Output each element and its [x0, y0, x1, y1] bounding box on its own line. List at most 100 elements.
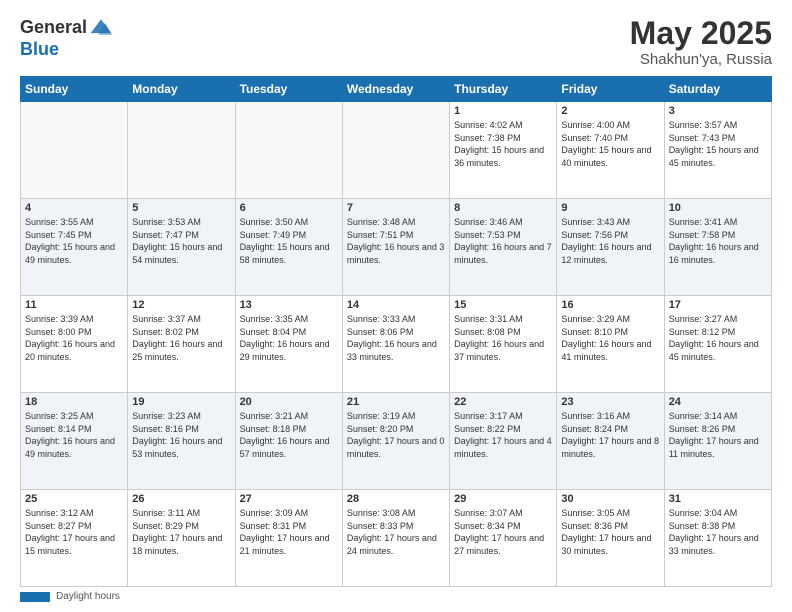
calendar-cell [342, 102, 449, 199]
calendar-cell: 16 Sunrise: 3:29 AM Sunset: 8:10 PM Dayli… [557, 296, 664, 393]
day-number: 2 [561, 105, 659, 117]
calendar-header-row: SundayMondayTuesdayWednesdayThursdayFrid… [21, 77, 772, 102]
calendar-cell: 29Sunrise: 3:07 AM Sunset: 8:34 PM Dayli… [450, 490, 557, 587]
day-info: Sunrise: 3:29 AM Sunset: 8:10 PM Dayligh… [561, 313, 659, 363]
calendar-cell: 1Sunrise: 4:02 AM Sunset: 7:38 PM Daylig… [450, 102, 557, 199]
day-number: 19 [132, 396, 230, 408]
day-info: Sunrise: 3:31 AM Sunset: 8:08 PM Dayligh… [454, 313, 552, 363]
logo-general: General [20, 18, 87, 38]
day-number: 29 [454, 493, 552, 505]
day-number: 14 [347, 299, 445, 311]
calendar-header-thursday: Thursday [450, 77, 557, 102]
calendar-header-tuesday: Tuesday [235, 77, 342, 102]
day-number: 17 [669, 299, 767, 311]
day-number: 9 [561, 202, 659, 214]
calendar-cell: 13 Sunrise: 3:35 AM Sunset: 8:04 PM Dayli… [235, 296, 342, 393]
calendar-week-row: 11 Sunrise: 3:39 AM Sunset: 8:00 PM Dayli… [21, 296, 772, 393]
calendar-cell: 7 Sunrise: 3:48 AM Sunset: 7:51 PM Daylig… [342, 199, 449, 296]
day-info: Sunrise: 3:25 AM Sunset: 8:14 PM Dayligh… [25, 410, 123, 460]
day-number: 13 [240, 299, 338, 311]
calendar-cell: 12 Sunrise: 3:37 AM Sunset: 8:02 PM Dayli… [128, 296, 235, 393]
footer-label: Daylight hours [56, 591, 120, 602]
day-number: 5 [132, 202, 230, 214]
day-info: Sunrise: 3:16 AM Sunset: 8:24 PM Dayligh… [561, 410, 659, 460]
day-info: Sunrise: 4:02 AM Sunset: 7:38 PM Dayligh… [454, 119, 552, 169]
day-info: Sunrise: 3:09 AM Sunset: 8:31 PM Dayligh… [240, 507, 338, 557]
calendar-cell: 9 Sunrise: 3:43 AM Sunset: 7:56 PM Daylig… [557, 199, 664, 296]
day-number: 21 [347, 396, 445, 408]
day-info: Sunrise: 3:55 AM Sunset: 7:45 PM Dayligh… [25, 216, 123, 266]
calendar-cell: 3Sunrise: 3:57 AM Sunset: 7:43 PM Daylig… [664, 102, 771, 199]
day-number: 22 [454, 396, 552, 408]
day-number: 18 [25, 396, 123, 408]
calendar-header-wednesday: Wednesday [342, 77, 449, 102]
day-info: Sunrise: 3:35 AM Sunset: 8:04 PM Dayligh… [240, 313, 338, 363]
day-number: 25 [25, 493, 123, 505]
day-number: 11 [25, 299, 123, 311]
day-info: Sunrise: 3:21 AM Sunset: 8:18 PM Dayligh… [240, 410, 338, 460]
day-number: 20 [240, 396, 338, 408]
day-number: 31 [669, 493, 767, 505]
calendar-cell: 17 Sunrise: 3:27 AM Sunset: 8:12 PM Dayli… [664, 296, 771, 393]
day-info: Sunrise: 3:43 AM Sunset: 7:56 PM Dayligh… [561, 216, 659, 266]
day-number: 27 [240, 493, 338, 505]
title-block: May 2025 Shakhun'ya, Russia [630, 16, 772, 68]
calendar-cell: 6 Sunrise: 3:50 AM Sunset: 7:49 PM Daylig… [235, 199, 342, 296]
calendar-header-monday: Monday [128, 77, 235, 102]
day-info: Sunrise: 3:27 AM Sunset: 8:12 PM Dayligh… [669, 313, 767, 363]
calendar-cell: 18 Sunrise: 3:25 AM Sunset: 8:14 PM Dayli… [21, 393, 128, 490]
day-number: 10 [669, 202, 767, 214]
day-number: 15 [454, 299, 552, 311]
calendar-cell [21, 102, 128, 199]
daylight-bar-icon [20, 592, 50, 602]
calendar-cell: 23 Sunrise: 3:16 AM Sunset: 8:24 PM Dayli… [557, 393, 664, 490]
day-number: 24 [669, 396, 767, 408]
day-info: Sunrise: 3:37 AM Sunset: 8:02 PM Dayligh… [132, 313, 230, 363]
title-month: May 2025 [630, 16, 772, 51]
day-number: 26 [132, 493, 230, 505]
day-number: 7 [347, 202, 445, 214]
calendar-cell: 24 Sunrise: 3:14 AM Sunset: 8:26 PM Dayli… [664, 393, 771, 490]
day-number: 16 [561, 299, 659, 311]
calendar-cell: 21Sunrise: 3:19 AM Sunset: 8:20 PM Dayli… [342, 393, 449, 490]
calendar-week-row: 25 Sunrise: 3:12 AM Sunset: 8:27 PM Dayli… [21, 490, 772, 587]
day-number: 23 [561, 396, 659, 408]
day-info: Sunrise: 3:05 AM Sunset: 8:36 PM Dayligh… [561, 507, 659, 557]
calendar-week-row: 18 Sunrise: 3:25 AM Sunset: 8:14 PM Dayli… [21, 393, 772, 490]
calendar-cell [235, 102, 342, 199]
title-location: Shakhun'ya, Russia [630, 51, 772, 68]
day-info: Sunrise: 3:41 AM Sunset: 7:58 PM Dayligh… [669, 216, 767, 266]
page: General Blue May 2025 Shakhun'ya, Russia… [0, 0, 792, 612]
calendar-week-row: 4 Sunrise: 3:55 AM Sunset: 7:45 PM Daylig… [21, 199, 772, 296]
calendar-cell: 30Sunrise: 3:05 AM Sunset: 8:36 PM Dayli… [557, 490, 664, 587]
calendar-cell: 22Sunrise: 3:17 AM Sunset: 8:22 PM Dayli… [450, 393, 557, 490]
calendar-table: SundayMondayTuesdayWednesdayThursdayFrid… [20, 76, 772, 587]
logo-icon [89, 16, 113, 40]
day-info: Sunrise: 3:57 AM Sunset: 7:43 PM Dayligh… [669, 119, 767, 169]
logo-blue: Blue [20, 40, 59, 60]
day-info: Sunrise: 4:00 AM Sunset: 7:40 PM Dayligh… [561, 119, 659, 169]
day-info: Sunrise: 3:39 AM Sunset: 8:00 PM Dayligh… [25, 313, 123, 363]
calendar-cell [128, 102, 235, 199]
day-info: Sunrise: 3:12 AM Sunset: 8:27 PM Dayligh… [25, 507, 123, 557]
calendar-cell: 28Sunrise: 3:08 AM Sunset: 8:33 PM Dayli… [342, 490, 449, 587]
day-info: Sunrise: 3:50 AM Sunset: 7:49 PM Dayligh… [240, 216, 338, 266]
day-number: 6 [240, 202, 338, 214]
calendar-cell: 25 Sunrise: 3:12 AM Sunset: 8:27 PM Dayli… [21, 490, 128, 587]
day-info: Sunrise: 3:08 AM Sunset: 8:33 PM Dayligh… [347, 507, 445, 557]
calendar-cell: 5Sunrise: 3:53 AM Sunset: 7:47 PM Daylig… [128, 199, 235, 296]
calendar-cell: 15 Sunrise: 3:31 AM Sunset: 8:08 PM Dayli… [450, 296, 557, 393]
calendar-cell: 11 Sunrise: 3:39 AM Sunset: 8:00 PM Dayli… [21, 296, 128, 393]
calendar-cell: 8Sunrise: 3:46 AM Sunset: 7:53 PM Daylig… [450, 199, 557, 296]
calendar-cell: 4 Sunrise: 3:55 AM Sunset: 7:45 PM Daylig… [21, 199, 128, 296]
calendar-cell: 10 Sunrise: 3:41 AM Sunset: 7:58 PM Dayli… [664, 199, 771, 296]
calendar-cell: 14Sunrise: 3:33 AM Sunset: 8:06 PM Dayli… [342, 296, 449, 393]
day-info: Sunrise: 3:23 AM Sunset: 8:16 PM Dayligh… [132, 410, 230, 460]
day-number: 12 [132, 299, 230, 311]
day-info: Sunrise: 3:11 AM Sunset: 8:29 PM Dayligh… [132, 507, 230, 557]
calendar-header-sunday: Sunday [21, 77, 128, 102]
day-number: 4 [25, 202, 123, 214]
day-info: Sunrise: 3:14 AM Sunset: 8:26 PM Dayligh… [669, 410, 767, 460]
day-info: Sunrise: 3:48 AM Sunset: 7:51 PM Dayligh… [347, 216, 445, 266]
day-info: Sunrise: 3:46 AM Sunset: 7:53 PM Dayligh… [454, 216, 552, 266]
